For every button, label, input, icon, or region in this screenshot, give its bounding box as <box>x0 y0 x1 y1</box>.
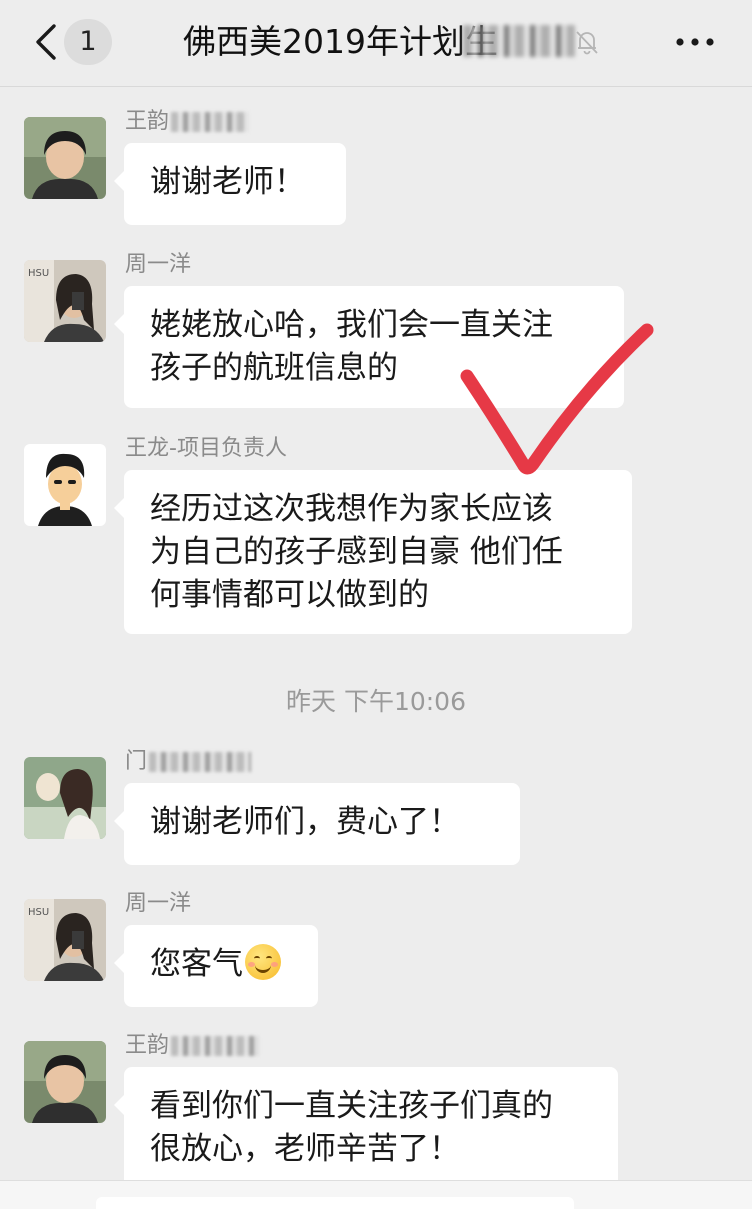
message-text-line: 看到你们一直关注孩子们真的 <box>150 1088 553 1124</box>
svg-text:HSU: HSU <box>28 268 49 279</box>
more-dots-icon[interactable] <box>672 24 718 60</box>
message-text-line: 孩子的航班信息的 <box>150 350 398 386</box>
message-text-line: 经历过这次我想作为家长应该 <box>150 491 553 527</box>
smiling-face-emoji <box>245 944 281 980</box>
message-bubble[interactable]: 经历过这次我想作为家长应该 为自己的孩子感到自豪 他们任 何事情都可以做到的 <box>114 470 632 634</box>
message-text: 谢谢老师们，费心了！ <box>150 804 460 840</box>
unread-count-badge[interactable]: 1 <box>64 19 112 65</box>
message-text-line: 很放心，老师辛苦了！ <box>150 1131 460 1167</box>
sender-name: 周一洋 <box>125 891 192 916</box>
sender-name: 周一洋 <box>125 252 192 277</box>
mute-bell-icon <box>576 31 598 55</box>
message-bubble[interactable]: 谢谢老师们，费心了！ <box>114 783 520 865</box>
avatar[interactable] <box>24 757 106 839</box>
message-bubble[interactable]: 您客气 <box>114 925 318 1007</box>
message-text: 您客气 <box>150 946 243 982</box>
avatar[interactable] <box>24 117 106 199</box>
avatar[interactable]: HSU <box>24 260 106 342</box>
avatar[interactable]: HSU <box>24 899 106 981</box>
title-redaction <box>463 25 575 57</box>
sender-name: 王韵 <box>125 1031 260 1061</box>
message-bubble[interactable]: 姥姥放心哈，我们会一直关注 孩子的航班信息的 <box>114 286 624 408</box>
svg-text:HSU: HSU <box>28 907 49 918</box>
message-bubble[interactable]: 看到你们一直关注孩子们真的 很放心，老师辛苦了！ <box>114 1067 618 1189</box>
message-text: 谢谢老师！ <box>150 164 305 200</box>
input-bar <box>0 1180 752 1209</box>
chat-timestamp: 昨天 下午10:06 <box>286 687 466 716</box>
back-arrow-icon[interactable] <box>28 22 68 62</box>
message-text-line: 姥姥放心哈，我们会一直关注 <box>150 307 553 343</box>
chat-header: 1 佛西美2019年计划生 <box>0 0 752 87</box>
message-input[interactable] <box>96 1197 574 1209</box>
sender-name: 王韵 <box>125 107 250 137</box>
avatar[interactable] <box>24 1041 106 1123</box>
message-text-line: 为自己的孩子感到自豪 他们任 <box>150 534 563 570</box>
sender-name: 门 <box>125 747 252 777</box>
chat-title: 佛西美2019年计划生 <box>183 22 498 61</box>
avatar[interactable] <box>24 444 106 526</box>
sender-name: 王龙-项目负责人 <box>125 436 287 461</box>
message-bubble[interactable]: 谢谢老师！ <box>114 143 346 225</box>
message-text-line: 何事情都可以做到的 <box>150 577 429 613</box>
